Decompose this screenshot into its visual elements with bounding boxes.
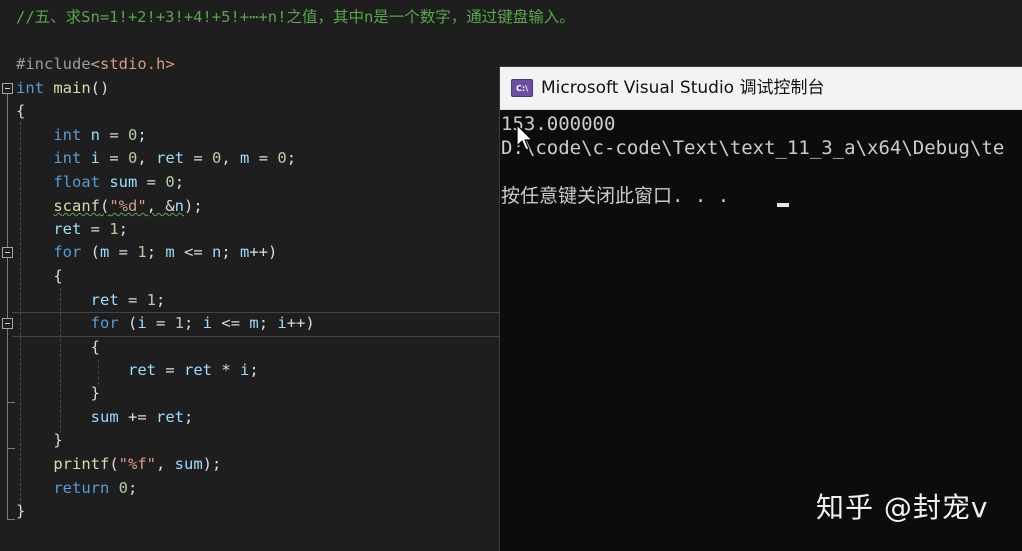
debug-console-window[interactable]: C:\ Microsoft Visual Studio 调试控制台 153.00… bbox=[499, 66, 1022, 551]
code-line-decl-i: int i = 0, ret = 0, m = 0; bbox=[53, 149, 297, 167]
collapse-main-icon[interactable] bbox=[2, 83, 13, 94]
code-line-for-inner: for (i = 1; i <= m; i++) bbox=[90, 314, 315, 332]
outline-line bbox=[7, 94, 8, 520]
outline-end bbox=[7, 519, 15, 520]
code-line-for-outer: for (m = 1; m <= n; m++) bbox=[53, 243, 278, 261]
code-line-include: #include<stdio.h> bbox=[16, 55, 175, 73]
console-title: Microsoft Visual Studio 调试控制台 bbox=[541, 78, 825, 98]
code-line-decl-sum: float sum = 0; bbox=[53, 173, 185, 191]
code-line-brace: } bbox=[16, 384, 100, 402]
code-line-main: int main() bbox=[16, 79, 110, 97]
code-line-printf: printf("%f", sum); bbox=[53, 455, 222, 473]
code-line-ret-reset: ret = 1; bbox=[90, 291, 166, 309]
code-line-brace: } bbox=[16, 502, 26, 520]
console-title-bar[interactable]: C:\ Microsoft Visual Studio 调试控制台 bbox=[500, 67, 1022, 110]
code-line-brace: } bbox=[16, 431, 63, 449]
code-line-brace: { bbox=[16, 267, 63, 285]
code-line-return: return 0; bbox=[53, 479, 138, 497]
console-app-icon: C:\ bbox=[511, 79, 533, 97]
collapse-outer-for-icon[interactable] bbox=[2, 247, 13, 258]
mouse-pointer-icon bbox=[516, 124, 533, 151]
code-line-scanf: scanf("%d", &n); bbox=[53, 197, 203, 215]
code-comment: //五、求Sn=1!+2!+3!+4!+5!+⋯+n!之值，其中n是一个数字，通… bbox=[16, 8, 575, 26]
outline-end bbox=[7, 402, 15, 403]
outline-end bbox=[7, 448, 15, 449]
text-cursor bbox=[777, 203, 789, 207]
code-line-accumulate: sum += ret; bbox=[90, 408, 194, 426]
console-output-path: D:\code\c-code\Text\text_11_3_a\x64\Debu… bbox=[501, 137, 1005, 159]
zhihu-watermark: 知乎 @封宠v bbox=[816, 491, 989, 524]
code-line-multiply: ret = ret * i; bbox=[127, 361, 259, 379]
console-press-key-message: 按任意键关闭此窗口. . . bbox=[501, 185, 730, 207]
code-line-ret-init: ret = 1; bbox=[53, 220, 129, 238]
code-line-brace: { bbox=[16, 102, 26, 120]
code-line-decl-n: int n = 0; bbox=[53, 126, 147, 144]
code-line-brace: { bbox=[16, 338, 100, 356]
